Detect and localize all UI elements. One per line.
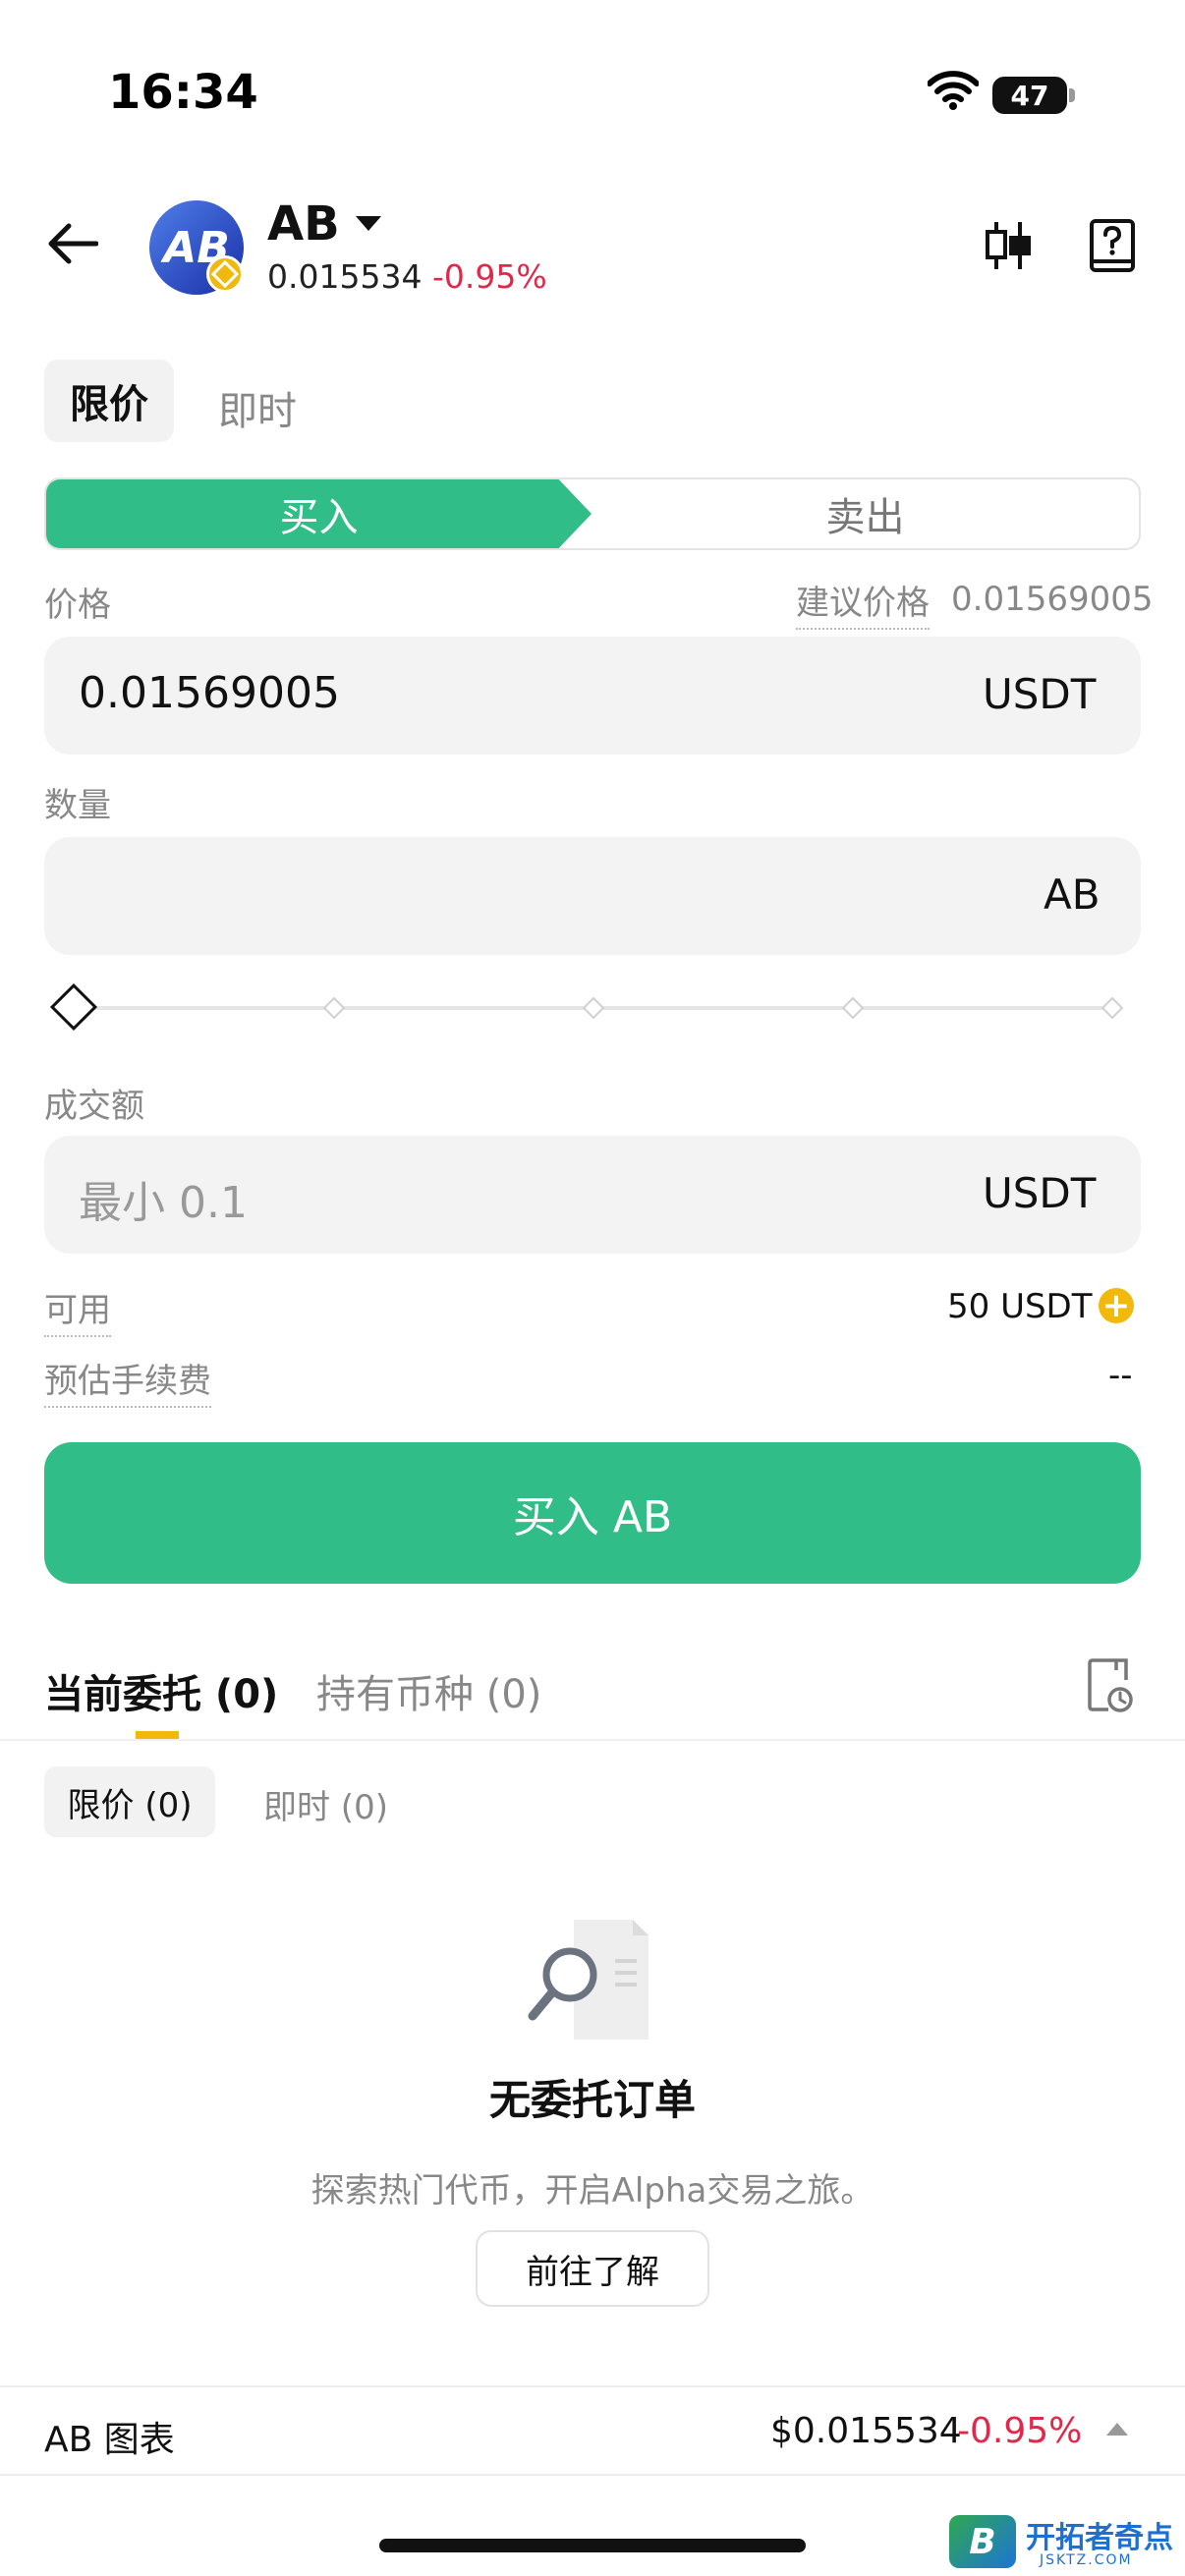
suggested-price-label[interactable]: 建议价格 — [796, 576, 930, 630]
chart-bar-change: -0.95% — [957, 2411, 1083, 2451]
back-arrow-icon[interactable] — [47, 222, 99, 269]
suggested-price-value[interactable]: 0.01569005 — [951, 580, 1154, 619]
watermark-subtext: JSKTZ.COM — [1040, 2552, 1133, 2568]
empty-search-document-icon — [525, 1916, 662, 2047]
expand-chart-caret-icon[interactable] — [1106, 2423, 1128, 2436]
wifi-icon — [927, 71, 980, 114]
order-history-icon[interactable] — [1087, 1656, 1134, 1717]
candlestick-chart-icon[interactable] — [983, 218, 1034, 277]
add-funds-plus-icon[interactable]: + — [1099, 1288, 1134, 1323]
tab-market[interactable]: 即时 — [218, 379, 297, 436]
chart-bar-top-border — [0, 2385, 1185, 2387]
token-symbol[interactable]: AB — [267, 196, 340, 252]
quantity-input[interactable] — [44, 837, 1141, 955]
sell-toggle[interactable]: 卖出 — [592, 479, 1139, 548]
watermark-text: 开拓者奇点 — [1026, 2521, 1173, 2555]
active-tab-indicator — [136, 1731, 179, 1739]
quantity-unit: AB — [1044, 870, 1100, 919]
token-price: 0.015534 — [267, 257, 423, 296]
home-indicator[interactable] — [379, 2539, 806, 2552]
caret-down-icon[interactable] — [356, 216, 381, 231]
amount-input-placeholder[interactable]: 最小 0.1 — [79, 1167, 248, 1230]
subtab-market[interactable]: 即时 (0) — [263, 1780, 388, 1828]
price-unit: USDT — [983, 670, 1097, 718]
available-label[interactable]: 可用 — [44, 1283, 111, 1337]
watermark-logo: B — [949, 2515, 1016, 2568]
buy-toggle[interactable]: 买入 — [46, 479, 592, 548]
token-change: -0.95% — [432, 257, 547, 296]
empty-state-title: 无委托订单 — [488, 2076, 696, 2124]
slider-tick-75[interactable] — [841, 996, 865, 1020]
quantity-label: 数量 — [44, 786, 111, 825]
slider-tick-100[interactable] — [1100, 996, 1124, 1020]
price-input-value[interactable]: 0.01569005 — [79, 668, 340, 718]
tab-limit[interactable]: 限价 — [44, 360, 174, 442]
slider-tick-25[interactable] — [322, 996, 346, 1020]
watermark-logo-letter: B — [969, 2521, 996, 2562]
battery-nub — [1069, 88, 1075, 102]
slider-knob[interactable] — [49, 982, 98, 1032]
tab-holdings[interactable]: 持有币种 (0) — [316, 1662, 541, 1719]
chart-bar-label[interactable]: AB 图表 — [44, 2411, 175, 2462]
buy-submit-button[interactable]: 买入 AB — [44, 1442, 1141, 1584]
fee-label[interactable]: 预估手续费 — [44, 1354, 211, 1408]
tab-open-orders[interactable]: 当前委托 (0) — [44, 1662, 278, 1719]
section-divider — [0, 1739, 1185, 1741]
slider-tick-50[interactable] — [582, 996, 605, 1020]
subtab-limit[interactable]: 限价 (0) — [44, 1766, 215, 1837]
help-book-icon[interactable] — [1089, 218, 1136, 277]
learn-more-button[interactable]: 前往了解 — [476, 2230, 709, 2307]
status-time: 16:34 — [108, 65, 258, 120]
empty-state-description: 探索热门代币，开启Alpha交易之旅。 — [310, 2171, 875, 2211]
amount-label: 成交额 — [44, 1087, 144, 1126]
available-value: 50 USDT — [947, 1287, 1093, 1326]
battery-indicator: 47 — [992, 77, 1067, 114]
chart-bar-bottom-border — [0, 2474, 1185, 2476]
fee-value: -- — [1108, 1356, 1133, 1395]
price-label: 价格 — [44, 586, 111, 625]
chart-bar-price: $0.015534 — [770, 2411, 962, 2451]
amount-unit: USDT — [983, 1169, 1097, 1217]
chain-badge-icon — [206, 255, 244, 293]
battery-level: 47 — [1010, 79, 1049, 112]
